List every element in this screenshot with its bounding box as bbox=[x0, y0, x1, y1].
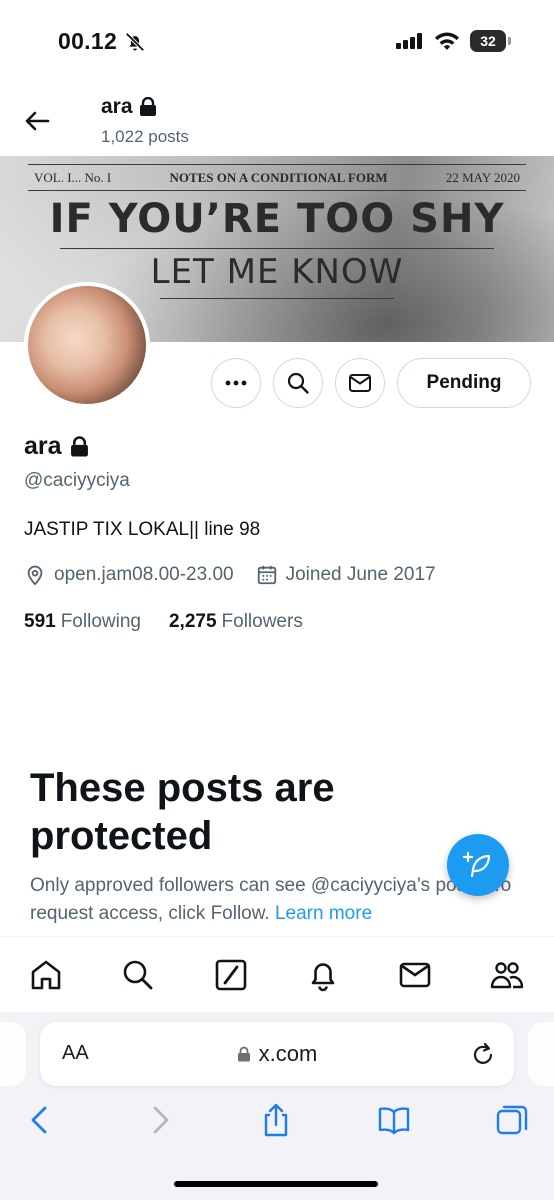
header-name: ara bbox=[101, 95, 157, 119]
profile-joined: Joined June 2017 bbox=[285, 564, 436, 585]
url-host[interactable]: x.com bbox=[40, 1041, 514, 1067]
more-button[interactable] bbox=[211, 358, 261, 408]
forward-chevron-icon[interactable] bbox=[142, 1102, 178, 1138]
banner-headline-1: IF YOU’RE TOO SHY bbox=[49, 196, 505, 242]
banner-title: NOTES ON A CONDITIONAL FORM bbox=[169, 170, 388, 185]
mail-icon bbox=[349, 374, 371, 392]
bottom-tab-bar bbox=[0, 936, 554, 1012]
message-button[interactable] bbox=[335, 358, 385, 408]
compose-post-button[interactable] bbox=[447, 834, 509, 896]
profile-name-text: ara bbox=[24, 432, 62, 460]
followers-label: Followers bbox=[221, 611, 303, 632]
more-icon bbox=[225, 380, 247, 386]
home-icon[interactable] bbox=[28, 957, 64, 993]
protected-body: Only approved followers can see @caciyyc… bbox=[30, 875, 512, 924]
status-bar: 00.12 32 bbox=[0, 0, 554, 86]
pending-button[interactable]: Pending bbox=[397, 358, 531, 408]
location-pin-icon bbox=[27, 565, 43, 586]
back-chevron-icon[interactable] bbox=[22, 1102, 58, 1138]
lock-icon bbox=[70, 435, 88, 456]
battery-level: 32 bbox=[470, 30, 506, 52]
battery-icon: 32 bbox=[470, 30, 512, 52]
lock-icon bbox=[139, 97, 156, 116]
banner-masthead: VOL. I... No. I NOTES ON A CONDITIONAL F… bbox=[34, 170, 520, 186]
grok-icon[interactable] bbox=[213, 957, 249, 993]
messages-icon[interactable] bbox=[397, 957, 433, 993]
profile-handle: @caciyyciya bbox=[24, 470, 130, 491]
followers-link[interactable]: 2,275 Followers bbox=[169, 611, 303, 633]
home-indicator[interactable] bbox=[174, 1181, 378, 1187]
avatar[interactable] bbox=[24, 282, 150, 408]
header-post-count: 1,022 posts bbox=[101, 127, 189, 146]
reload-icon[interactable] bbox=[470, 1040, 496, 1068]
bookmarks-icon[interactable] bbox=[376, 1102, 412, 1138]
signal-icon bbox=[396, 33, 422, 49]
previous-tab-edge[interactable] bbox=[0, 1022, 26, 1086]
calendar-icon bbox=[257, 565, 276, 585]
followers-count: 2,275 bbox=[168, 611, 217, 632]
banner-date: 22 MAY 2020 bbox=[445, 170, 520, 185]
search-tab-icon[interactable] bbox=[120, 957, 156, 993]
following-link[interactable]: 591 Following bbox=[24, 611, 141, 633]
wifi-icon bbox=[435, 32, 459, 50]
tabs-icon[interactable] bbox=[494, 1102, 530, 1138]
lock-icon bbox=[237, 1046, 250, 1062]
notifications-icon[interactable] bbox=[305, 957, 341, 993]
search-profile-button[interactable] bbox=[273, 358, 323, 408]
communities-icon[interactable] bbox=[489, 957, 525, 993]
following-count: 591 bbox=[24, 611, 56, 632]
status-time: 00.12 bbox=[58, 28, 118, 54]
back-arrow-icon[interactable] bbox=[22, 106, 52, 136]
profile-location[interactable]: open.jam08.00-23.00 bbox=[54, 564, 234, 586]
compose-feather-icon bbox=[462, 851, 491, 878]
share-icon[interactable] bbox=[258, 1102, 294, 1138]
following-label: Following bbox=[60, 611, 141, 632]
protected-title: These posts are protected bbox=[30, 766, 335, 858]
profile-follow-stats: 591 Following 2,275 Followers bbox=[24, 611, 303, 633]
url-host-text: x.com bbox=[258, 1041, 318, 1066]
bell-slash-icon bbox=[125, 32, 145, 52]
search-icon bbox=[287, 372, 309, 394]
banner-vol: VOL. I... No. I bbox=[34, 170, 112, 185]
next-tab-edge[interactable] bbox=[528, 1022, 554, 1086]
header-name-text: ara bbox=[101, 95, 133, 118]
profile-name: ara bbox=[24, 432, 89, 461]
address-bar[interactable]: AA x.com bbox=[40, 1022, 514, 1086]
learn-more-link[interactable]: Learn more bbox=[275, 903, 372, 924]
profile-bio: JASTIP TIX LOKAL|| line 98 bbox=[24, 519, 261, 540]
profile-meta: open.jam08.00-23.00 Joined June 2017 bbox=[24, 564, 436, 586]
browser-toolbar: AA x.com bbox=[0, 1012, 554, 1200]
